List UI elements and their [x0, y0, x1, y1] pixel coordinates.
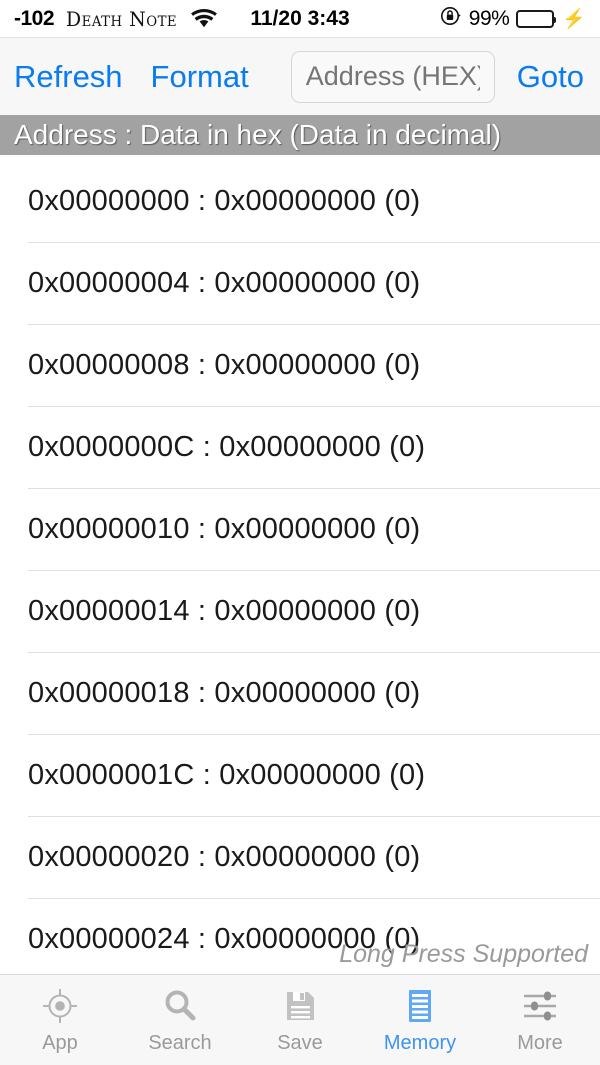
target-crosshair-icon: [40, 985, 80, 1027]
memory-row-text: 0x00000020 : 0x00000000 (0): [28, 840, 421, 873]
memory-row-text: 0x00000024 : 0x00000000 (0): [28, 922, 421, 955]
lightning-bolt-icon: ⚡: [562, 8, 586, 30]
table-row[interactable]: 0x00000008 : 0x00000000 (0): [0, 324, 600, 406]
carrier-name: Death Note: [65, 6, 178, 31]
tab-bar: App Search Save Memory More: [0, 974, 600, 1065]
status-bar-right: 99% ⚡: [440, 5, 586, 32]
memory-row-text: 0x0000000C : 0x00000000 (0): [28, 430, 426, 463]
goto-button[interactable]: Goto: [517, 59, 584, 95]
status-bar: -102 Death Note 11/20 3:43 99% ⚡: [0, 0, 600, 37]
memory-row-text: 0x00000018 : 0x00000000 (0): [28, 676, 421, 709]
memory-list[interactable]: 0x00000000 : 0x00000000 (0) 0x00000004 :…: [0, 160, 600, 975]
tab-label-more: More: [517, 1032, 563, 1054]
toolbar: Refresh Format Goto: [0, 37, 600, 115]
address-input[interactable]: [290, 50, 495, 103]
list-section-header: Address : Data in hex (Data in decimal): [0, 115, 600, 155]
tab-save[interactable]: Save: [240, 975, 360, 1065]
table-row[interactable]: 0x00000024 : 0x00000000 (0): [0, 898, 600, 975]
battery-percent-label: 99%: [468, 6, 510, 30]
tab-label-app: App: [42, 1032, 78, 1054]
signal-strength-value: -102: [14, 6, 55, 30]
tab-label-memory: Memory: [383, 1032, 457, 1054]
refresh-button[interactable]: Refresh: [14, 59, 123, 95]
magnifier-icon: [160, 985, 200, 1027]
table-row[interactable]: 0x00000010 : 0x00000000 (0): [0, 488, 600, 570]
tab-more[interactable]: More: [480, 975, 600, 1065]
memory-row-text: 0x00000010 : 0x00000000 (0): [28, 512, 421, 545]
memory-row-text: 0x00000000 : 0x00000000 (0): [28, 184, 421, 217]
memory-row-text: 0x00000008 : 0x00000000 (0): [28, 348, 421, 381]
battery-icon: [516, 9, 557, 28]
tab-app[interactable]: App: [0, 975, 120, 1065]
table-row[interactable]: 0x00000014 : 0x00000000 (0): [0, 570, 600, 652]
section-header-label: Address : Data in hex (Data in decimal): [14, 119, 502, 150]
status-bar-left: -102 Death Note: [14, 7, 217, 31]
tab-label-save: Save: [277, 1032, 323, 1054]
table-row[interactable]: 0x00000018 : 0x00000000 (0): [0, 652, 600, 734]
memory-row-text: 0x00000004 : 0x00000000 (0): [28, 266, 421, 299]
document-lines-icon: [400, 985, 440, 1027]
table-row[interactable]: 0x0000000C : 0x00000000 (0): [0, 406, 600, 488]
battery-cap: [553, 16, 557, 23]
tab-label-search: Search: [148, 1032, 212, 1054]
memory-row-text: 0x00000014 : 0x00000000 (0): [28, 594, 421, 627]
table-row[interactable]: 0x00000020 : 0x00000000 (0): [0, 816, 600, 898]
floppy-disk-icon: [280, 985, 320, 1027]
format-button[interactable]: Format: [151, 59, 249, 95]
table-row[interactable]: 0x0000001C : 0x00000000 (0): [0, 734, 600, 816]
tab-memory[interactable]: Memory: [360, 975, 480, 1065]
wifi-icon: [191, 8, 217, 29]
sliders-icon: [520, 985, 560, 1027]
rotation-lock-icon: [440, 5, 462, 32]
table-row[interactable]: 0x00000004 : 0x00000000 (0): [0, 242, 600, 324]
table-row[interactable]: 0x00000000 : 0x00000000 (0): [0, 160, 600, 242]
memory-row-text: 0x0000001C : 0x00000000 (0): [28, 758, 426, 791]
tab-search[interactable]: Search: [120, 975, 240, 1065]
